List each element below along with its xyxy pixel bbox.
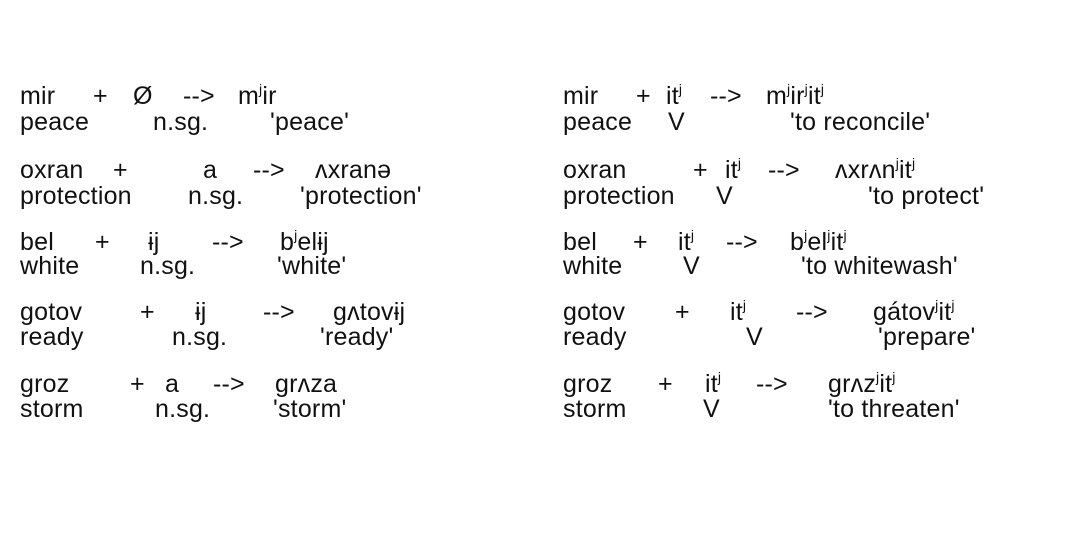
arrow: -->	[756, 370, 788, 398]
plus-sign: +	[140, 298, 155, 326]
suffix: a	[165, 370, 180, 398]
arrow: -->	[768, 156, 800, 184]
suffix: itj	[666, 81, 683, 110]
result-form: ʌxrʌnjitj	[835, 155, 916, 184]
plus-sign: +	[693, 156, 708, 184]
gloss: white	[20, 252, 80, 280]
stem: mir	[20, 82, 56, 110]
stem: oxran	[563, 156, 627, 184]
meaning: 'white'	[277, 252, 347, 280]
meaning: 'to protect'	[868, 182, 985, 210]
arrow: -->	[212, 228, 244, 256]
arrow: -->	[263, 298, 295, 326]
suffix: a	[203, 156, 218, 184]
category: n.sg.	[172, 323, 228, 351]
gloss: storm	[20, 395, 84, 423]
category: n.sg.	[140, 252, 196, 280]
category: n.sg.	[153, 108, 209, 136]
category: V	[668, 108, 685, 136]
meaning: 'ready'	[320, 323, 394, 351]
meaning: 'protection'	[300, 182, 422, 210]
result-form: mjir	[238, 81, 277, 110]
plus-sign: +	[93, 82, 108, 110]
arrow: -->	[213, 370, 245, 398]
verb-gloss-line: storm V 'to threaten'	[563, 395, 959, 507]
meaning: 'to reconcile'	[790, 108, 931, 136]
plus-sign: +	[658, 370, 673, 398]
gloss: white	[563, 252, 623, 280]
stem: groz	[563, 370, 613, 398]
result-form: grʌza	[275, 370, 338, 398]
stem: oxran	[20, 156, 84, 184]
suffix: Ø	[133, 82, 153, 110]
gloss: peace	[20, 108, 90, 136]
plus-sign: +	[675, 298, 690, 326]
category: V	[746, 323, 763, 351]
arrow: -->	[253, 156, 285, 184]
gloss: protection	[20, 182, 132, 210]
plus-sign: +	[95, 228, 110, 256]
suffix: itj	[705, 369, 722, 398]
noun-gloss-line: storm n.sg. 'storm'	[20, 395, 346, 507]
stem: gotov	[20, 298, 83, 326]
stem: gotov	[563, 298, 626, 326]
suffix: itj	[725, 155, 742, 184]
category: V	[683, 252, 700, 280]
arrow: -->	[796, 298, 828, 326]
meaning: 'peace'	[270, 108, 350, 136]
plus-sign: +	[633, 228, 648, 256]
category: n.sg.	[188, 182, 244, 210]
category: n.sg.	[155, 395, 211, 423]
meaning: 'to whitewash'	[801, 252, 958, 280]
gloss: ready	[20, 323, 84, 351]
arrow: -->	[183, 82, 215, 110]
meaning: 'to threaten'	[828, 395, 960, 423]
result-form: gátovjitj	[873, 297, 955, 326]
gloss: protection	[563, 182, 675, 210]
arrow: -->	[726, 228, 758, 256]
suffix: itj	[730, 297, 747, 326]
result-form: gʌtovɨj	[333, 298, 406, 326]
result-form: ʌxranə	[315, 156, 392, 184]
meaning: 'storm'	[273, 395, 347, 423]
category: V	[716, 182, 733, 210]
plus-sign: +	[113, 156, 128, 184]
suffix: ɨj	[195, 298, 207, 326]
stem: mir	[563, 82, 599, 110]
arrow: -->	[710, 82, 742, 110]
stem: groz	[20, 370, 70, 398]
plus-sign: +	[130, 370, 145, 398]
plus-sign: +	[636, 82, 651, 110]
result-form: grʌzjitj	[828, 369, 896, 398]
gloss: peace	[563, 108, 633, 136]
meaning: 'prepare'	[878, 323, 976, 351]
gloss: ready	[563, 323, 627, 351]
category: V	[703, 395, 720, 423]
result-form: mjirjitj	[766, 81, 825, 110]
gloss: storm	[563, 395, 627, 423]
